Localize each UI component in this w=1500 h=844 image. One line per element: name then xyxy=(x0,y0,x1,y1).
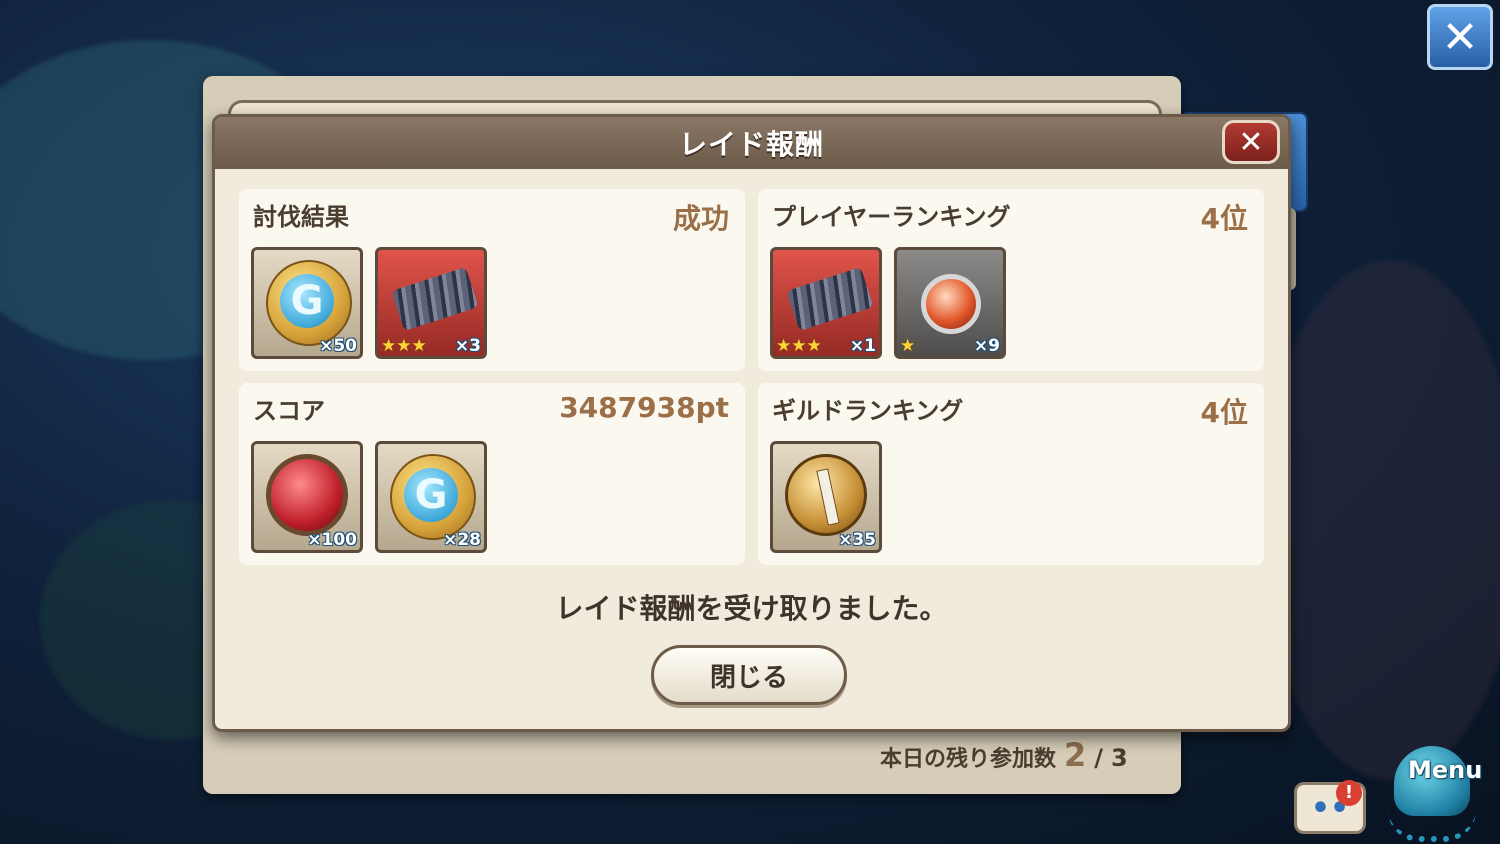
reward-item[interactable]: G ×28 xyxy=(375,441,487,553)
item-quantity: ×9 xyxy=(973,336,1000,356)
fire-gem-icon xyxy=(921,274,981,334)
wrap-material-icon xyxy=(391,266,479,332)
reward-received-message: レイド報酬を受け取りました。 xyxy=(555,592,948,625)
item-quantity: ×28 xyxy=(443,530,481,550)
item-quantity: ×35 xyxy=(838,530,876,550)
remaining-value: 2 xyxy=(1064,736,1087,774)
remaining-max: 3 xyxy=(1111,744,1128,772)
reward-item[interactable]: ★★★ ×3 xyxy=(375,247,487,359)
ruby-icon xyxy=(266,454,348,536)
section-result: 討伐結果 成功 G ×50 ★★★ ×3 xyxy=(239,189,745,371)
background-shape xyxy=(1260,260,1500,780)
item-quantity: ×3 xyxy=(454,336,481,356)
close-icon: ✕ xyxy=(1441,11,1479,63)
g-coin-icon: G xyxy=(266,260,352,346)
section-value: 成功 xyxy=(672,202,729,235)
section-guild-ranking: ギルドランキング 4位 ×35 xyxy=(758,383,1264,565)
item-stars: ★★★ xyxy=(381,336,427,356)
section-player-ranking: プレイヤーランキング 4位 ★★★ ×1 ★ ×9 xyxy=(758,189,1264,371)
g-coin-icon: G xyxy=(390,454,476,540)
top-close-button[interactable]: ✕ xyxy=(1427,4,1493,70)
item-stars: ★★★ xyxy=(776,336,822,356)
section-score: スコア 3487938pt ×100 G ×28 xyxy=(239,383,745,565)
menu-label: Menu xyxy=(1408,756,1483,784)
item-quantity: ×100 xyxy=(307,530,357,550)
reward-item[interactable]: G ×50 xyxy=(251,247,363,359)
close-icon: ✕ xyxy=(1238,124,1264,160)
section-value: 4位 xyxy=(1200,396,1248,429)
reward-item[interactable]: ×35 xyxy=(770,441,882,553)
guild-medal-icon xyxy=(785,454,867,536)
section-title: 討伐結果 xyxy=(253,203,349,231)
item-quantity: ×1 xyxy=(849,336,876,356)
section-title: スコア xyxy=(253,397,325,425)
item-stars: ★ xyxy=(900,336,916,356)
menu-button[interactable]: Menu xyxy=(1382,740,1483,842)
section-value: 4位 xyxy=(1200,202,1248,235)
reward-item[interactable]: ★ ×9 xyxy=(894,247,1006,359)
dialog-header: レイド報酬 ✕ xyxy=(215,117,1288,169)
section-title: ギルドランキング xyxy=(772,397,964,425)
dialog-close-button[interactable]: ✕ xyxy=(1222,120,1280,164)
chat-alert-badge: ! xyxy=(1336,780,1362,806)
reward-item[interactable]: ×100 xyxy=(251,441,363,553)
section-value: 3487938pt xyxy=(559,391,729,424)
close-button[interactable]: 閉じる xyxy=(651,645,847,705)
section-title: プレイヤーランキング xyxy=(772,203,1011,231)
item-quantity: ×50 xyxy=(319,336,357,356)
remaining-attempts: 本日の残り参加数 2 / 3 xyxy=(880,736,1128,776)
remaining-label: 本日の残り参加数 xyxy=(880,747,1057,772)
raid-reward-dialog: レイド報酬 ✕ 討伐結果 成功 G ×50 ★★★ ×3 プレイヤーランキング … xyxy=(212,114,1291,732)
reward-item[interactable]: ★★★ ×1 xyxy=(770,247,882,359)
dialog-title: レイド報酬 xyxy=(678,128,824,161)
mascot-legs xyxy=(1388,810,1476,842)
wrap-material-icon xyxy=(786,266,874,332)
remaining-separator: / xyxy=(1094,744,1104,772)
